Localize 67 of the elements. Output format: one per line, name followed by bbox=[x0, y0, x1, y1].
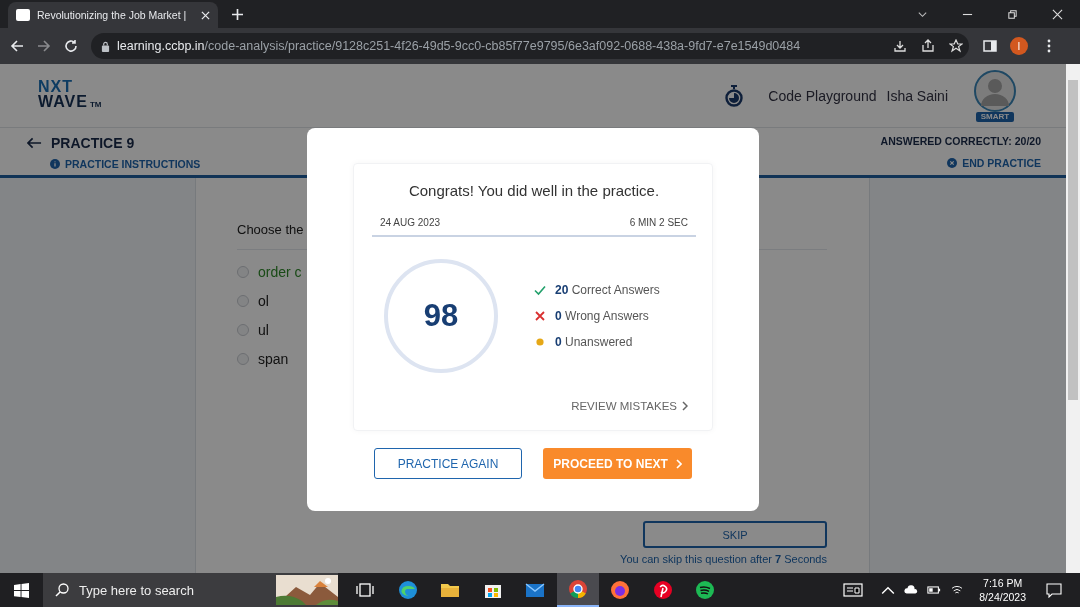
avatar-icon[interactable] bbox=[974, 69, 1016, 112]
close-icon bbox=[947, 158, 958, 168]
option-label[interactable]: order c bbox=[258, 264, 302, 280]
radio-button[interactable] bbox=[237, 324, 249, 336]
start-icon[interactable] bbox=[14, 582, 29, 598]
option-label[interactable]: span bbox=[258, 351, 289, 367]
install-icon[interactable] bbox=[893, 39, 907, 53]
news-icon[interactable] bbox=[843, 583, 864, 597]
score-circle: 98 bbox=[384, 259, 498, 373]
lock-icon[interactable] bbox=[101, 40, 110, 52]
restore-icon[interactable] bbox=[1007, 8, 1018, 20]
search-icon bbox=[55, 583, 69, 597]
share-icon[interactable] bbox=[921, 39, 935, 53]
stopwatch-icon[interactable] bbox=[724, 84, 745, 107]
chevron-right-icon bbox=[675, 458, 682, 469]
browser-icon bbox=[567, 579, 588, 599]
music-app-icon bbox=[695, 580, 716, 600]
new-tab-icon[interactable] bbox=[232, 9, 243, 20]
practice-title: PRACTICE 9 bbox=[51, 135, 135, 151]
stat-text: 20 Correct Answers bbox=[555, 283, 660, 297]
side-panel-icon[interactable] bbox=[983, 39, 997, 53]
scrollbar[interactable] bbox=[1066, 64, 1080, 573]
review-mistakes-link[interactable]: REVIEW MISTAKES bbox=[372, 400, 688, 412]
practice-again-button[interactable]: PRACTICE AGAIN bbox=[374, 448, 522, 479]
notification-icon[interactable] bbox=[1046, 582, 1062, 598]
congrats-title: Congrats! You did well in the practice. bbox=[407, 182, 661, 199]
task-view-icon bbox=[355, 580, 376, 600]
radio-button[interactable] bbox=[237, 295, 249, 307]
close-icon[interactable] bbox=[1052, 8, 1063, 20]
browser-icon bbox=[610, 580, 631, 600]
skip-hint: You can skip this question after 7 Seconds bbox=[620, 553, 827, 565]
star-icon[interactable] bbox=[949, 39, 963, 53]
site-favicon-icon bbox=[16, 9, 30, 21]
back-arrow-icon[interactable] bbox=[27, 137, 42, 149]
skip-button[interactable]: SKIP bbox=[643, 521, 827, 548]
smart-badge: SMART bbox=[975, 111, 1015, 122]
reload-icon[interactable] bbox=[64, 39, 78, 53]
profile-avatar[interactable]: I bbox=[1010, 37, 1028, 55]
battery-icon[interactable] bbox=[927, 585, 942, 595]
option-label[interactable]: ul bbox=[258, 322, 269, 338]
stat-text: 0 Wrong Answers bbox=[555, 309, 649, 323]
chevron-right-icon bbox=[682, 401, 688, 411]
pin-app-icon bbox=[652, 580, 673, 600]
forward-icon[interactable] bbox=[37, 39, 51, 53]
mail-icon bbox=[525, 580, 546, 600]
browser-icon bbox=[397, 580, 418, 600]
info-icon bbox=[50, 159, 60, 169]
chevron-up-icon[interactable] bbox=[881, 585, 896, 595]
stat-text: 0 Unanswered bbox=[555, 335, 633, 349]
address-bar[interactable]: learning.ccbp.in/code-analysis/practice/9128c251-4f26-49d5-9cc0-cb85f77e9795/6e3af092-0688-438a-9fd7-e7e1549d0484 bbox=[91, 33, 969, 59]
code-playground-link[interactable]: Code Playground bbox=[768, 87, 877, 104]
back-icon[interactable] bbox=[10, 39, 24, 53]
close-icon[interactable] bbox=[201, 10, 210, 20]
browser-tab[interactable]: Revolutionizing the Job Market | bbox=[8, 2, 218, 28]
cloud-icon[interactable] bbox=[904, 585, 919, 595]
taskbar-search-field[interactable]: Type here to search bbox=[43, 573, 338, 607]
radio-button[interactable] bbox=[237, 353, 249, 365]
practice-instructions-link[interactable]: PRACTICE INSTRUCTIONS bbox=[50, 158, 201, 170]
end-practice-link[interactable]: END PRACTICE bbox=[947, 157, 1041, 169]
answered-correctly-count: ANSWERED CORRECTLY: 20/20 bbox=[880, 135, 1041, 147]
radio-button[interactable] bbox=[237, 266, 249, 278]
logo[interactable]: NXT WAVE TM bbox=[38, 79, 102, 112]
option-label[interactable]: ol bbox=[258, 293, 269, 309]
taskbar-button[interactable] bbox=[556, 573, 599, 607]
wifi-icon[interactable] bbox=[950, 585, 965, 595]
user-name[interactable]: Isha Saini bbox=[886, 87, 948, 104]
clock[interactable]: 7:16 PM 8/24/2023 bbox=[979, 576, 1026, 604]
